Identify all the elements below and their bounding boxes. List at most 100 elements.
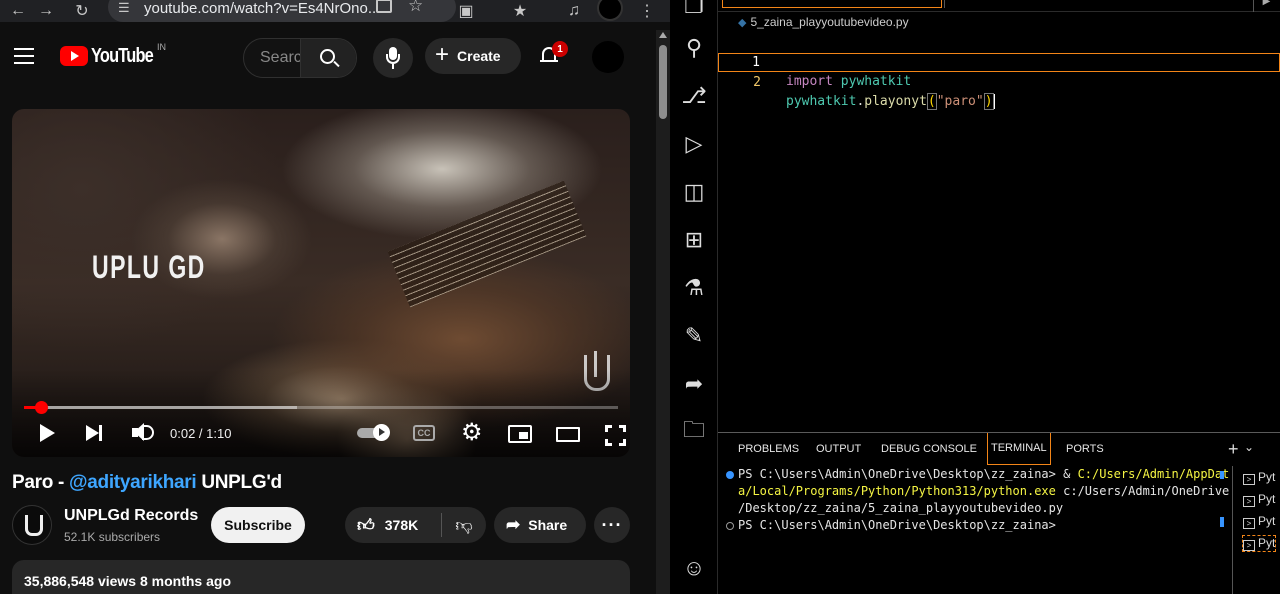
favorites-icon[interactable]: ★ (510, 0, 530, 22)
folder-icon[interactable]: 🗀︎ (680, 417, 708, 446)
fullscreen-button[interactable] (605, 417, 629, 447)
scroll-up-arrow-icon[interactable] (659, 32, 667, 38)
screenshot-icon[interactable] (376, 0, 392, 13)
fullscreen-icon (605, 425, 612, 432)
chevron-down-icon[interactable]: ⌄ (1244, 440, 1254, 454)
tab-problems[interactable]: PROBLEMS (738, 443, 799, 455)
autoplay-toggle[interactable] (357, 417, 391, 447)
live-share-icon[interactable]: ➦ (680, 370, 708, 398)
address-bar[interactable]: ☰ youtube.com/watch?v=Es4NrOno... ☆ (108, 0, 456, 22)
terminal-icon: > (1243, 540, 1255, 551)
explorer-icon[interactable]: ❐ (680, 0, 708, 20)
line-number: 2 (753, 75, 761, 90)
description-box[interactable]: 35,886,548 views 8 months ago (12, 560, 630, 594)
time-display: 0:02 / 1:10 (170, 426, 232, 441)
like-button[interactable]: 👍︎ 378K (345, 507, 441, 543)
search-bar (243, 38, 357, 78)
voice-search-button[interactable] (373, 38, 413, 78)
search-button[interactable] (300, 39, 356, 77)
terminal-list-item[interactable]: > Pyt (1243, 514, 1275, 529)
account-avatar[interactable] (592, 41, 624, 73)
search-input[interactable] (244, 39, 300, 77)
code-line-2[interactable]: 2 pywhatkit.playonyt("paro") (718, 53, 1280, 110)
new-terminal-plus-icon[interactable]: + (1228, 439, 1239, 460)
run-debug-icon[interactable]: ▷ (680, 130, 708, 158)
terminal-output[interactable]: PS C:\Users\Admin\OneDrive\Desktop\zz_za… (726, 466, 1229, 594)
subscribe-button[interactable]: Subscribe (211, 507, 305, 543)
extensions-icon[interactable]: ⊞ (680, 226, 708, 254)
plus-icon: + (435, 41, 450, 68)
play-button[interactable] (38, 417, 60, 447)
theater-mode-button[interactable] (556, 417, 582, 447)
forward-icon[interactable]: → (36, 0, 56, 22)
terminal-list-item[interactable]: > Pyt (1243, 470, 1275, 485)
command-success-icon (726, 471, 734, 479)
page-scrollbar[interactable] (656, 30, 670, 594)
editor-tab-active[interactable] (722, 0, 942, 8)
play-icon (40, 424, 55, 442)
terminal-scrollbar[interactable] (1220, 471, 1224, 593)
terminal-list-item-active[interactable]: > Pyt (1241, 535, 1277, 552)
share-button[interactable]: ➦ Share (494, 507, 586, 543)
dislike-button[interactable]: 👎︎ (442, 507, 486, 543)
channel-name[interactable]: UNPLGd Records (64, 507, 198, 525)
more-actions-button[interactable]: ··· (594, 507, 630, 543)
notifications-button[interactable]: 1 (538, 40, 568, 70)
views-and-date: 35,886,548 views 8 months ago (24, 573, 231, 589)
breadcrumb[interactable]: ◆ 5_zaina_playyoutubevideo.py (738, 15, 909, 29)
terminal-line-4: PS C:\Users\Admin\OneDrive\Desktop\zz_za… (738, 518, 1064, 532)
terminal-list-item[interactable]: > Pyt (1243, 492, 1275, 507)
code-editor[interactable]: 1 import pywhatkit 2 pywhatkit.playonyt(… (718, 34, 1280, 434)
source-control-icon[interactable]: ⎇ (680, 82, 708, 110)
notification-badge: 1 (552, 41, 568, 57)
bottom-panel: PROBLEMS OUTPUT DEBUG CONSOLE TERMINAL P… (718, 432, 1280, 594)
like-count: 378K (384, 517, 419, 533)
video-player[interactable]: UPLU GD 0:02 / 1:10 CC ⚙ (12, 109, 630, 457)
panel-tabs: PROBLEMS OUTPUT DEBUG CONSOLE TERMINAL P… (718, 433, 1280, 465)
video-overlay-logo: UPLU GD (92, 249, 206, 285)
artist-mention-link[interactable]: @adityarikhari (69, 472, 197, 493)
search-icon[interactable]: ⚲ (680, 34, 708, 62)
terminal-icon: > (1243, 496, 1255, 507)
text-cursor (993, 94, 995, 109)
tab-debug-console[interactable]: DEBUG CONSOLE (881, 443, 977, 455)
tab-ports[interactable]: PORTS (1066, 443, 1104, 455)
settings-gear-icon[interactable]: ⚙ (461, 418, 483, 448)
subtitles-button[interactable]: CC (413, 417, 437, 447)
miniplayer-button[interactable] (508, 417, 534, 447)
next-button[interactable] (84, 417, 106, 447)
bookmark-star-icon[interactable]: ☆ (408, 0, 423, 16)
menu-icon[interactable] (14, 48, 34, 64)
remote-explorer-icon[interactable]: ◫ (680, 178, 708, 206)
channel-avatar[interactable] (12, 505, 52, 545)
extensions-icon[interactable]: ▣ (456, 0, 476, 22)
more-horizontal-icon: ··· (601, 514, 623, 535)
address-url: youtube.com/watch?v=Es4NrOno... (144, 0, 381, 17)
python-file-icon: ◆ (738, 17, 747, 29)
progress-bar[interactable] (24, 401, 618, 414)
browser-menu-icon[interactable]: ⋮ (639, 0, 655, 22)
terminal-list: > Pyt > Pyt > Pyt > Pyt (1232, 466, 1280, 594)
title-prefix: Paro - (12, 472, 70, 493)
paint-brush-icon[interactable]: ✎ (680, 322, 708, 350)
progress-scrubber[interactable] (34, 401, 48, 414)
accounts-icon[interactable]: ☺ (680, 554, 708, 582)
scrollbar-thumb[interactable] (659, 45, 667, 119)
create-button[interactable]: + Create (425, 38, 521, 74)
site-info-icon[interactable]: ☰ (118, 0, 130, 16)
media-controls-icon[interactable]: ♫ (564, 0, 584, 22)
code-line-1[interactable]: 1 import pywhatkit (718, 34, 1280, 89)
reload-icon[interactable]: ↻ (72, 0, 92, 22)
youtube-wordmark[interactable]: YouTube (91, 45, 154, 68)
profile-icon[interactable] (596, 0, 624, 22)
tab-terminal[interactable]: TERMINAL (987, 433, 1051, 465)
tab-output[interactable]: OUTPUT (816, 443, 861, 455)
back-icon[interactable]: ← (8, 0, 28, 22)
cc-icon: CC (413, 425, 435, 441)
mute-button[interactable] (132, 417, 156, 447)
share-label: Share (528, 517, 568, 533)
thumbs-up-icon: 👍︎ (357, 515, 375, 535)
youtube-logo-icon[interactable] (60, 46, 88, 66)
testing-flask-icon[interactable]: ⚗ (680, 274, 708, 302)
run-file-icon[interactable]: ▶ (1253, 0, 1279, 12)
